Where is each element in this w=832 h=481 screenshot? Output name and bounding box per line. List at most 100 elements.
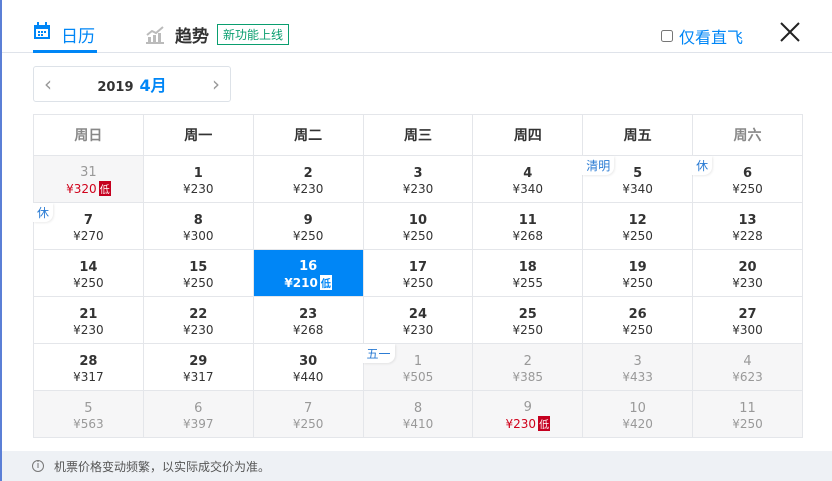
day-cell[interactable]: 18 ¥255 (472, 249, 584, 297)
day-price: ¥250 (364, 276, 473, 290)
price-value: ¥433 (622, 369, 653, 384)
day-cell[interactable]: 11 ¥250 (692, 390, 803, 438)
footer-note: i 机票价格变动频繁，以实际成交价为准。 (2, 451, 832, 481)
day-cell[interactable]: 20 ¥230 (692, 249, 803, 297)
day-cell[interactable]: 9 ¥250 (252, 202, 364, 250)
month-label: 4月 (139, 76, 167, 95)
trend-chart-icon (146, 25, 164, 44)
day-number: 12 (628, 212, 647, 228)
day-cell-selected[interactable]: 16 ¥210 低 (252, 249, 364, 297)
price-value: ¥385 (512, 369, 544, 384)
day-number: 26 (628, 306, 647, 322)
day-number: 4 (523, 165, 533, 181)
direct-only-filter[interactable]: 仅看直飞 (661, 24, 743, 48)
day-cell[interactable]: 3 ¥230 (362, 155, 474, 203)
day-cell[interactable]: 5 ¥563 (33, 390, 144, 438)
day-number: 1 (193, 165, 203, 181)
day-cell[interactable]: 21 ¥230 (33, 296, 144, 344)
day-cell[interactable]: 6 ¥397 (142, 390, 254, 438)
day-price: ¥300 (693, 323, 802, 337)
day-cell[interactable]: 27 ¥300 (692, 296, 803, 344)
price-value: ¥230 (182, 322, 214, 337)
day-number: 8 (193, 212, 203, 228)
lowest-price-badge: 低 (319, 275, 332, 290)
tab-calendar[interactable]: 日历 (33, 22, 97, 53)
day-cell[interactable]: 13 ¥228 (692, 202, 803, 250)
day-cell[interactable]: 17 ¥250 (362, 249, 474, 297)
day-cell[interactable]: 28 ¥317 (33, 343, 144, 391)
day-cell[interactable]: 4 ¥340 (472, 155, 584, 203)
day-cell[interactable]: 12 ¥250 (582, 202, 694, 250)
day-cell[interactable]: 2 ¥385 (472, 343, 584, 391)
day-cell[interactable]: 25 ¥250 (472, 296, 584, 344)
day-cell[interactable]: 26 ¥250 (582, 296, 694, 344)
day-number: 14 (79, 259, 98, 275)
day-number: 20 (738, 259, 757, 275)
price-value: ¥250 (512, 322, 544, 337)
price-value: ¥317 (182, 369, 214, 384)
day-price: ¥268 (254, 323, 363, 337)
day-price: ¥250 (583, 323, 692, 337)
day-cell[interactable]: 2 ¥230 (252, 155, 364, 203)
info-icon: i (32, 460, 44, 472)
price-value: ¥250 (622, 228, 653, 243)
month-navigator: ‹ 2019 4月 › (33, 66, 231, 102)
next-month-button[interactable]: › (212, 72, 220, 96)
day-cell[interactable]: 29 ¥317 (142, 343, 254, 391)
day-number: 17 (408, 259, 428, 275)
day-cell[interactable]: 9 ¥230 低 (472, 390, 584, 438)
day-price: ¥230 (34, 323, 143, 337)
day-number: 9 (523, 400, 532, 415)
price-value: ¥250 (292, 416, 324, 431)
day-cell[interactable]: 1 ¥230 (142, 155, 254, 203)
day-cell[interactable]: 14 ¥250 (33, 249, 144, 297)
day-cell[interactable]: 4 ¥623 (692, 343, 803, 391)
price-value: ¥230 (505, 417, 537, 431)
day-number: 24 (408, 306, 428, 322)
price-value: ¥250 (402, 275, 434, 290)
direct-only-checkbox[interactable] (661, 30, 673, 42)
price-value: ¥250 (182, 275, 214, 290)
day-number: 7 (303, 400, 313, 416)
day-number: 8 (413, 400, 423, 416)
day-cell[interactable]: 10 ¥420 (582, 390, 694, 438)
prev-month-button[interactable]: ‹ (44, 72, 52, 96)
price-value: ¥250 (732, 181, 763, 196)
close-icon[interactable] (778, 20, 802, 44)
day-number: 2 (303, 165, 313, 181)
day-cell[interactable]: 休 7 ¥270 (33, 202, 144, 250)
day-cell[interactable]: 31 ¥320 低 (33, 155, 144, 203)
price-value: ¥505 (402, 369, 434, 384)
weekday-0: 周日 (33, 114, 144, 156)
day-cell[interactable]: 3 ¥433 (582, 343, 694, 391)
direct-only-label: 仅看直飞 (679, 28, 744, 47)
price-value: ¥250 (292, 228, 324, 243)
day-cell[interactable]: 11 ¥268 (472, 202, 584, 250)
price-value: ¥623 (732, 369, 763, 384)
day-cell[interactable]: 休 6 ¥250 (692, 155, 803, 203)
day-cell[interactable]: 8 ¥410 (362, 390, 474, 438)
price-value: ¥440 (292, 369, 324, 384)
day-number: 11 (518, 212, 537, 228)
holiday-tag: 五一 (362, 344, 395, 363)
day-cell[interactable]: 五一 1 ¥505 (362, 343, 474, 391)
day-number: 5 (84, 400, 93, 416)
price-value: ¥255 (512, 275, 544, 290)
day-cell[interactable]: 22 ¥230 (142, 296, 254, 344)
day-number: 9 (303, 212, 313, 228)
day-cell[interactable]: 19 ¥250 (582, 249, 694, 297)
day-cell[interactable]: 24 ¥230 (362, 296, 474, 344)
price-value: ¥300 (732, 322, 763, 337)
price-calendar: 周日 周一 周二 周三 周四 周五 周六 31 ¥320 低 1 ¥230 2 ¥230 3 ¥230 4 ¥3… (33, 114, 803, 438)
day-cell[interactable]: 10 ¥250 (362, 202, 474, 250)
day-cell[interactable]: 15 ¥250 (142, 249, 254, 297)
price-value: ¥230 (732, 275, 763, 290)
day-price: ¥250 (473, 323, 582, 337)
day-cell[interactable]: 7 ¥250 (252, 390, 364, 438)
tab-trend[interactable]: 趋势 新功能上线 (145, 22, 290, 47)
day-cell[interactable]: 30 ¥440 (252, 343, 364, 391)
day-cell[interactable]: 8 ¥300 (142, 202, 254, 250)
day-cell[interactable]: 23 ¥268 (252, 296, 364, 344)
calendar-icon (34, 22, 50, 39)
day-cell[interactable]: 清明 5 ¥340 (582, 155, 694, 203)
